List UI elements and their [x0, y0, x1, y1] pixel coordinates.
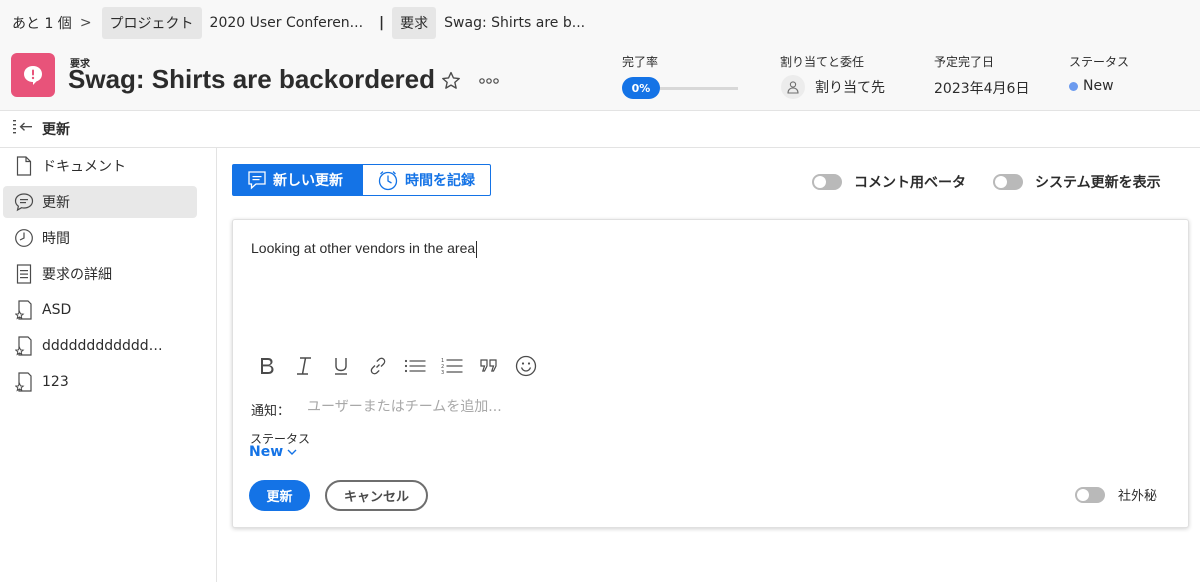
status-label: ステータス — [1069, 55, 1130, 69]
left-navigation: ドキュメント 更新 時間 要求の詳細 ASD dddddddddddddd… 1… — [0, 148, 217, 582]
breadcrumb-project-type[interactable]: プロジェクト — [101, 7, 202, 39]
nav-item-label: 要求の詳細 — [42, 267, 112, 283]
nav-item-label: dddddddddddddd… — [42, 338, 170, 354]
status-dot — [1069, 81, 1078, 91]
numbered-list-icon[interactable]: 123 — [440, 354, 464, 378]
request-icon — [11, 53, 55, 97]
document-icon — [14, 156, 34, 176]
cancel-button[interactable]: キャンセル — [325, 480, 428, 511]
percent-complete-value: 0% — [622, 77, 660, 99]
nav-item-updates[interactable]: 更新 — [3, 186, 197, 218]
toggle-switch[interactable] — [812, 174, 842, 190]
comment-beta-toggle[interactable]: コメント用ベータ — [812, 172, 966, 192]
log-time-label: 時間を記録 — [405, 173, 475, 189]
nav-item-request-details[interactable]: 要求の詳細 — [3, 258, 197, 290]
update-status-select[interactable]: New — [249, 444, 297, 460]
update-editor-card: Looking at other vendors in the area 123… — [232, 219, 1189, 528]
nav-item-custom-form-ddd[interactable]: dddddddddddddd… — [3, 330, 197, 362]
due-date-value[interactable]: 2023年4月6日 — [934, 78, 1029, 98]
update-status-value: New — [249, 444, 284, 460]
status-value: New — [1083, 78, 1114, 94]
nav-item-documents[interactable]: ドキュメント — [3, 150, 197, 182]
comment-icon — [248, 171, 266, 190]
breadcrumb-more[interactable]: あと 1 個 — [10, 7, 74, 39]
rich-text-toolbar: 123 — [255, 354, 551, 378]
log-time-button[interactable]: 時間を記録 — [362, 164, 491, 196]
section-title: 更新 — [42, 122, 70, 138]
chevron-down-icon — [287, 449, 297, 455]
breadcrumb-project-name[interactable]: 2020 User Conferen... — [202, 9, 371, 37]
nav-item-custom-form-123[interactable]: 123 — [3, 366, 197, 398]
italic-icon[interactable] — [292, 354, 316, 378]
editor-content: Looking at other vendors in the area — [251, 240, 476, 256]
percent-complete-label: 完了率 — [622, 55, 659, 69]
progress-track — [660, 86, 738, 90]
nav-item-label: ドキュメント — [42, 159, 126, 175]
quote-icon[interactable] — [477, 354, 501, 378]
nav-item-label: ASD — [42, 302, 72, 318]
private-toggle[interactable]: 社外秘 — [1075, 485, 1157, 504]
update-button[interactable]: 更新 — [249, 480, 310, 511]
svg-text:3: 3 — [441, 370, 444, 375]
notify-input[interactable] — [307, 394, 807, 420]
more-options-icon[interactable] — [478, 70, 500, 92]
nav-item-time[interactable]: 時間 — [3, 222, 197, 254]
due-date-label: 予定完了日 — [934, 55, 995, 69]
assign-label: 割り当てと委任 — [780, 55, 865, 69]
show-system-updates-label: システム更新を表示 — [1035, 175, 1161, 191]
timer-icon — [378, 171, 398, 191]
custom-form-icon — [14, 372, 34, 392]
breadcrumb-separator: > — [79, 15, 92, 31]
breadcrumb-request-name[interactable]: Swag: Shirts are b... — [436, 9, 593, 37]
update-text-editor[interactable]: Looking at other vendors in the area — [251, 240, 478, 258]
toggle-switch[interactable] — [993, 174, 1023, 190]
underline-icon[interactable] — [329, 354, 353, 378]
show-system-updates-toggle[interactable]: システム更新を表示 — [993, 172, 1161, 192]
nav-item-custom-form-asd[interactable]: ASD — [3, 294, 197, 326]
bullet-list-icon[interactable] — [403, 354, 427, 378]
details-icon — [14, 264, 34, 284]
bold-icon[interactable] — [255, 354, 279, 378]
percent-complete-bar[interactable]: 0% — [622, 77, 738, 99]
object-header: 要求 Swag: Shirts are backordered 完了率 0% 割… — [0, 46, 1200, 110]
private-label: 社外秘 — [1118, 489, 1158, 504]
user-icon — [781, 75, 805, 99]
link-icon[interactable] — [366, 354, 390, 378]
assignee-value: 割り当て先 — [815, 80, 885, 96]
breadcrumb-divider: | — [379, 15, 385, 31]
page-title: Swag: Shirts are backordered — [68, 64, 436, 94]
emoji-icon[interactable] — [514, 354, 538, 378]
clock-icon — [14, 228, 34, 248]
notify-label: 通知： — [251, 404, 291, 419]
update-mode-buttons: 新しい更新 時間を記録 — [232, 164, 491, 196]
favorite-star-icon[interactable] — [440, 70, 462, 92]
new-update-button[interactable]: 新しい更新 — [232, 164, 362, 196]
collapse-panel-icon[interactable] — [12, 118, 34, 140]
nav-item-label: 時間 — [42, 231, 70, 247]
custom-form-icon — [14, 300, 34, 320]
breadcrumb: あと 1 個 > プロジェクト 2020 User Conferen... | … — [0, 0, 1200, 46]
text-caret — [476, 240, 478, 258]
toggle-switch[interactable] — [1075, 486, 1105, 503]
comment-beta-label: コメント用ベータ — [854, 175, 966, 191]
status-picker[interactable]: New — [1069, 78, 1114, 94]
nav-item-label: 123 — [42, 374, 69, 390]
custom-form-icon — [14, 336, 34, 356]
comment-icon — [14, 192, 34, 212]
new-update-label: 新しい更新 — [273, 173, 343, 189]
nav-item-label: 更新 — [42, 195, 70, 211]
section-header: 更新 — [0, 110, 1200, 148]
breadcrumb-request-type[interactable]: 要求 — [392, 7, 437, 39]
assignee-picker[interactable]: 割り当て先 — [781, 75, 885, 99]
